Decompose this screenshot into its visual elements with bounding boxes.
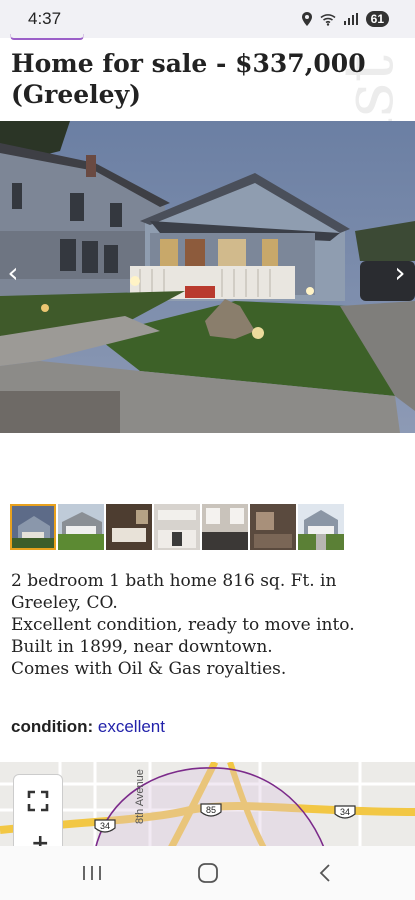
map-street-label: 8th Avenue: [134, 769, 146, 824]
thumbnail[interactable]: [298, 504, 344, 550]
svg-text:34: 34: [340, 807, 350, 817]
signal-icon: [343, 13, 358, 25]
status-time: 4:37: [28, 9, 62, 28]
thumbnail[interactable]: [10, 504, 56, 550]
listing-title: Home for sale - $337,000 (Greeley): [11, 49, 366, 109]
recent-apps-icon: [83, 866, 101, 880]
condition-attribute: condition: excellent: [11, 717, 165, 737]
route-shield: 34: [94, 819, 116, 833]
tab-indicator: [10, 34, 84, 40]
chevron-right-icon: ›: [394, 256, 406, 289]
home-icon: [198, 863, 218, 883]
wifi-icon: [320, 13, 336, 26]
condition-label: condition:: [11, 717, 94, 736]
description-line: Excellent condition, ready to move into.: [11, 615, 355, 635]
gallery-next-button[interactable]: ›: [387, 259, 413, 287]
map-controls: +: [13, 774, 63, 850]
fullscreen-icon[interactable]: [26, 789, 50, 813]
recent-apps-button[interactable]: [77, 860, 107, 886]
svg-text:34: 34: [100, 821, 110, 831]
location-map[interactable]: 8th Avenue 85 34 34 +: [0, 762, 415, 850]
gallery-prev-button[interactable]: ‹: [0, 259, 26, 287]
condition-value-link[interactable]: excellent: [98, 717, 165, 736]
listing-description: 2 bedroom 1 bath home 816 sq. Ft. in Gre…: [11, 570, 406, 680]
thumbnail[interactable]: [58, 504, 104, 550]
status-bar: 4:37 61: [0, 0, 415, 38]
photo-gallery[interactable]: [0, 121, 415, 433]
route-shield: 85: [200, 803, 222, 817]
description-line: 2 bedroom 1 bath home 816 sq. Ft. in Gre…: [11, 571, 337, 613]
thumbnail[interactable]: [106, 504, 152, 550]
thumbnail[interactable]: [202, 504, 248, 550]
main-photo: [0, 121, 415, 433]
svg-text:85: 85: [206, 805, 216, 815]
chevron-left-icon: ‹: [7, 256, 19, 289]
status-icons: 61: [301, 11, 389, 27]
home-button[interactable]: [193, 860, 223, 886]
description-line: Built in 1899, near downtown.: [11, 637, 273, 657]
thumbnail-strip: [10, 504, 344, 551]
system-nav-bar: [0, 846, 415, 900]
route-shield: 34: [334, 805, 356, 819]
thumbnail[interactable]: [154, 504, 200, 550]
location-icon: [301, 12, 312, 26]
thumbnail[interactable]: [250, 504, 296, 550]
back-icon: [319, 864, 330, 882]
description-line: Comes with Oil & Gas royalties.: [11, 659, 287, 679]
battery-indicator: 61: [365, 11, 389, 27]
back-button[interactable]: [310, 860, 340, 886]
